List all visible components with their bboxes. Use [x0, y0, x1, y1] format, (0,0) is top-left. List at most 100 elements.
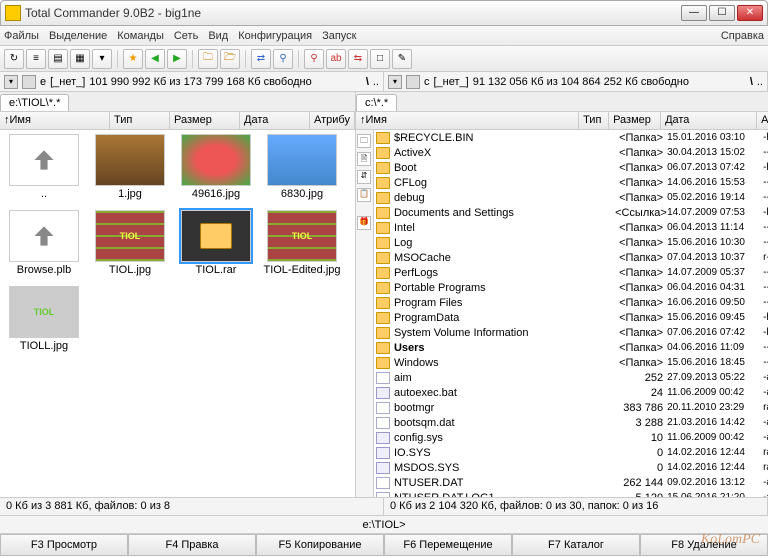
- fn-button[interactable]: F5 Копирование: [256, 534, 384, 556]
- file-row[interactable]: NTUSER.DAT262 14409.02.2016 13:12-a--: [374, 475, 768, 490]
- search-icon[interactable]: ⚲: [304, 49, 324, 69]
- col-type[interactable]: Тип: [579, 112, 609, 129]
- root-button[interactable]: \: [750, 76, 753, 88]
- file-row[interactable]: Intel<Папка>06.04.2013 11:14---: [374, 220, 768, 235]
- drive-dropdown-left[interactable]: ▾: [4, 75, 18, 89]
- drive-button[interactable]: [_нет_]: [50, 76, 85, 88]
- file-row[interactable]: Program Files<Папка>16.06.2016 09:50---: [374, 295, 768, 310]
- file-row[interactable]: Documents and Settings<Ссылка>14.07.2009…: [374, 205, 768, 220]
- views-icon[interactable]: ▾: [92, 49, 112, 69]
- file-row[interactable]: config.sys1011.06.2009 00:42-a--: [374, 430, 768, 445]
- file-row[interactable]: Log<Папка>15.06.2016 10:30---: [374, 235, 768, 250]
- strip-btn[interactable]: 🗀: [357, 134, 371, 148]
- file-row[interactable]: ProgramData<Папка>15.06.2016 09:45-h-: [374, 310, 768, 325]
- copy-names-icon[interactable]: □: [370, 49, 390, 69]
- back-icon[interactable]: ◀: [145, 49, 165, 69]
- menu-item[interactable]: Файлы: [4, 30, 39, 42]
- file-row[interactable]: Boot<Папка>06.07.2013 07:42-hs: [374, 160, 768, 175]
- file-row[interactable]: NTUSER.DAT.LOG15 12015.06.2016 21:20-ahs: [374, 490, 768, 497]
- menu-help[interactable]: Справка: [721, 30, 764, 42]
- multi-rename-icon[interactable]: ab: [326, 49, 346, 69]
- file-row[interactable]: $RECYCLE.BIN<Папка>15.01.2016 03:10-hs: [374, 130, 768, 145]
- updir-button[interactable]: ..: [373, 76, 379, 88]
- file-row[interactable]: aim25227.09.2013 05:22-a--: [374, 370, 768, 385]
- file-row[interactable]: bootmgr383 78620.11.2010 23:29rahs: [374, 400, 768, 415]
- col-name[interactable]: ↑Имя: [0, 112, 110, 129]
- col-name[interactable]: ↑Имя: [356, 112, 579, 129]
- file-row[interactable]: ActiveX<Папка>30.04.2013 15:02---: [374, 145, 768, 160]
- menu-item[interactable]: Сеть: [174, 30, 198, 42]
- fwd-icon[interactable]: ▶: [167, 49, 187, 69]
- col-size[interactable]: Размер: [170, 112, 240, 129]
- list-icon[interactable]: ≡: [26, 49, 46, 69]
- strip-btn[interactable]: 🎁: [357, 216, 371, 230]
- thumbnail[interactable]: TIOL.rar: [176, 210, 256, 276]
- strip-btn[interactable]: ⇵: [357, 170, 371, 184]
- menu-item[interactable]: Вид: [208, 30, 228, 42]
- fn-button[interactable]: F6 Перемещение: [384, 534, 512, 556]
- left-tab[interactable]: e:\TIOL\*.*: [0, 94, 69, 111]
- strip-btn[interactable]: 🗎: [357, 152, 371, 166]
- refresh-icon[interactable]: ↻: [4, 49, 24, 69]
- ftp-icon[interactable]: ⇄: [251, 49, 271, 69]
- col-attr[interactable]: Атрибу: [757, 112, 768, 129]
- maximize-button[interactable]: ☐: [709, 5, 735, 21]
- star-icon[interactable]: ★: [123, 49, 143, 69]
- thumbnail[interactable]: 6830.jpg: [262, 134, 342, 200]
- fn-button[interactable]: F7 Каталог: [512, 534, 640, 556]
- file-row[interactable]: Users<Папка>04.06.2016 11:09---: [374, 340, 768, 355]
- sync-icon[interactable]: ⇆: [348, 49, 368, 69]
- col-attr[interactable]: Атрибу: [310, 112, 355, 129]
- notepad-icon[interactable]: ✎: [392, 49, 412, 69]
- file-row[interactable]: MSDOS.SYS014.02.2016 12:44rahs: [374, 460, 768, 475]
- thumbnail[interactable]: 1.jpg: [90, 134, 170, 200]
- unpack-icon[interactable]: 🗁: [220, 49, 240, 69]
- file-row[interactable]: Windows<Папка>15.06.2016 18:45---: [374, 355, 768, 370]
- file-row[interactable]: PerfLogs<Папка>14.07.2009 05:37---: [374, 265, 768, 280]
- left-list[interactable]: ..1.jpg49616.jpg6830.jpgBrowse.plbTIOLTI…: [0, 130, 355, 497]
- window-title: Total Commander 9.0B2 - big1ne: [25, 6, 681, 20]
- col-size[interactable]: Размер: [609, 112, 661, 129]
- file-row[interactable]: bootsqm.dat3 28821.03.2016 14:42-a--: [374, 415, 768, 430]
- updir-button[interactable]: ..: [757, 76, 763, 88]
- thumbnail[interactable]: TIOLTIOLL.jpg: [4, 286, 84, 352]
- col-type[interactable]: Тип: [110, 112, 170, 129]
- file-row[interactable]: IO.SYS014.02.2016 12:44rahs: [374, 445, 768, 460]
- drive-icon[interactable]: [22, 75, 36, 89]
- menu-item[interactable]: Выделение: [49, 30, 107, 42]
- thumbnail[interactable]: 49616.jpg: [176, 134, 256, 200]
- command-line[interactable]: e:\TIOL>: [0, 516, 768, 534]
- net-icon[interactable]: ⚲: [273, 49, 293, 69]
- fn-button[interactable]: F3 Просмотр: [0, 534, 128, 556]
- drive-button[interactable]: [_нет_]: [434, 76, 469, 88]
- file-row[interactable]: MSOCache<Папка>07.04.2013 10:37r-h-: [374, 250, 768, 265]
- right-list[interactable]: $RECYCLE.BIN<Папка>15.01.2016 03:10-hsAc…: [374, 130, 768, 497]
- file-row[interactable]: CFLog<Папка>14.06.2016 15:53---: [374, 175, 768, 190]
- thumbnail-icon: TIOL: [9, 286, 79, 338]
- drive-dropdown-right[interactable]: ▾: [388, 75, 402, 89]
- file-row[interactable]: Portable Programs<Папка>06.04.2016 04:31…: [374, 280, 768, 295]
- minimize-button[interactable]: —: [681, 5, 707, 21]
- close-button[interactable]: ✕: [737, 5, 763, 21]
- thumbnail[interactable]: Browse.plb: [4, 210, 84, 276]
- thumbs-icon[interactable]: ▦: [70, 49, 90, 69]
- drive-icon[interactable]: [406, 75, 420, 89]
- file-row[interactable]: autoexec.bat2411.06.2009 00:42-a--: [374, 385, 768, 400]
- menu-item[interactable]: Запуск: [322, 30, 356, 42]
- menu-item[interactable]: Команды: [117, 30, 164, 42]
- root-button[interactable]: \: [366, 76, 369, 88]
- tree-icon[interactable]: ▤: [48, 49, 68, 69]
- menu-item[interactable]: Конфигурация: [238, 30, 312, 42]
- fn-button[interactable]: F8 Удаление: [640, 534, 768, 556]
- thumbnail[interactable]: TIOLTIOL.jpg: [90, 210, 170, 276]
- col-date[interactable]: Дата: [240, 112, 310, 129]
- pack-icon[interactable]: 🗀: [198, 49, 218, 69]
- strip-btn[interactable]: 📋: [357, 188, 371, 202]
- thumbnail[interactable]: TIOLTIOL-Edited.jpg: [262, 210, 342, 276]
- right-tab[interactable]: c:\*.*: [356, 94, 397, 111]
- file-row[interactable]: System Volume Information<Папка>07.06.20…: [374, 325, 768, 340]
- thumbnail[interactable]: ..: [4, 134, 84, 200]
- file-row[interactable]: debug<Папка>05.02.2016 19:14---: [374, 190, 768, 205]
- col-date[interactable]: Дата: [661, 112, 757, 129]
- fn-button[interactable]: F4 Правка: [128, 534, 256, 556]
